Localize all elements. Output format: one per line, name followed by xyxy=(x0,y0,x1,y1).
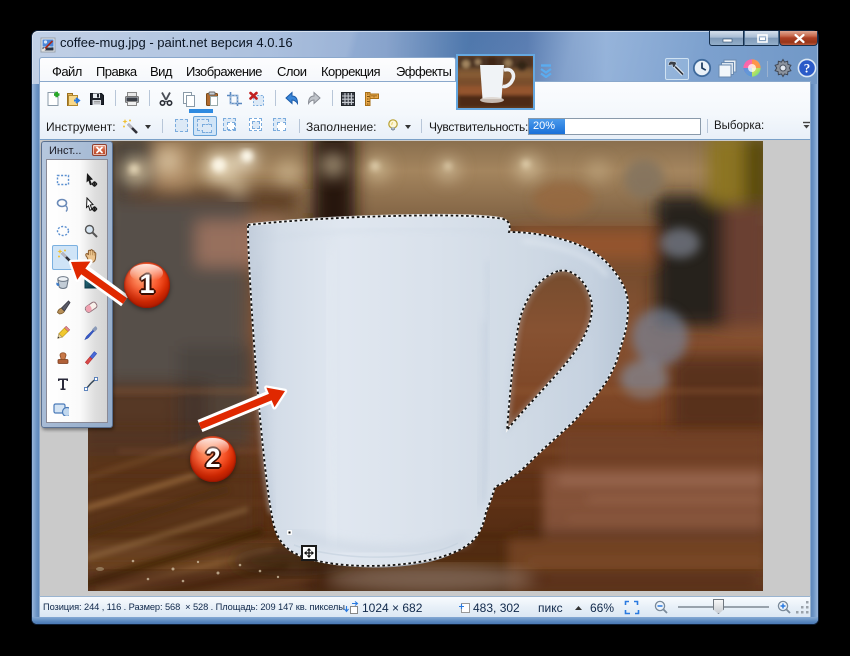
svg-text:?: ? xyxy=(804,61,811,76)
